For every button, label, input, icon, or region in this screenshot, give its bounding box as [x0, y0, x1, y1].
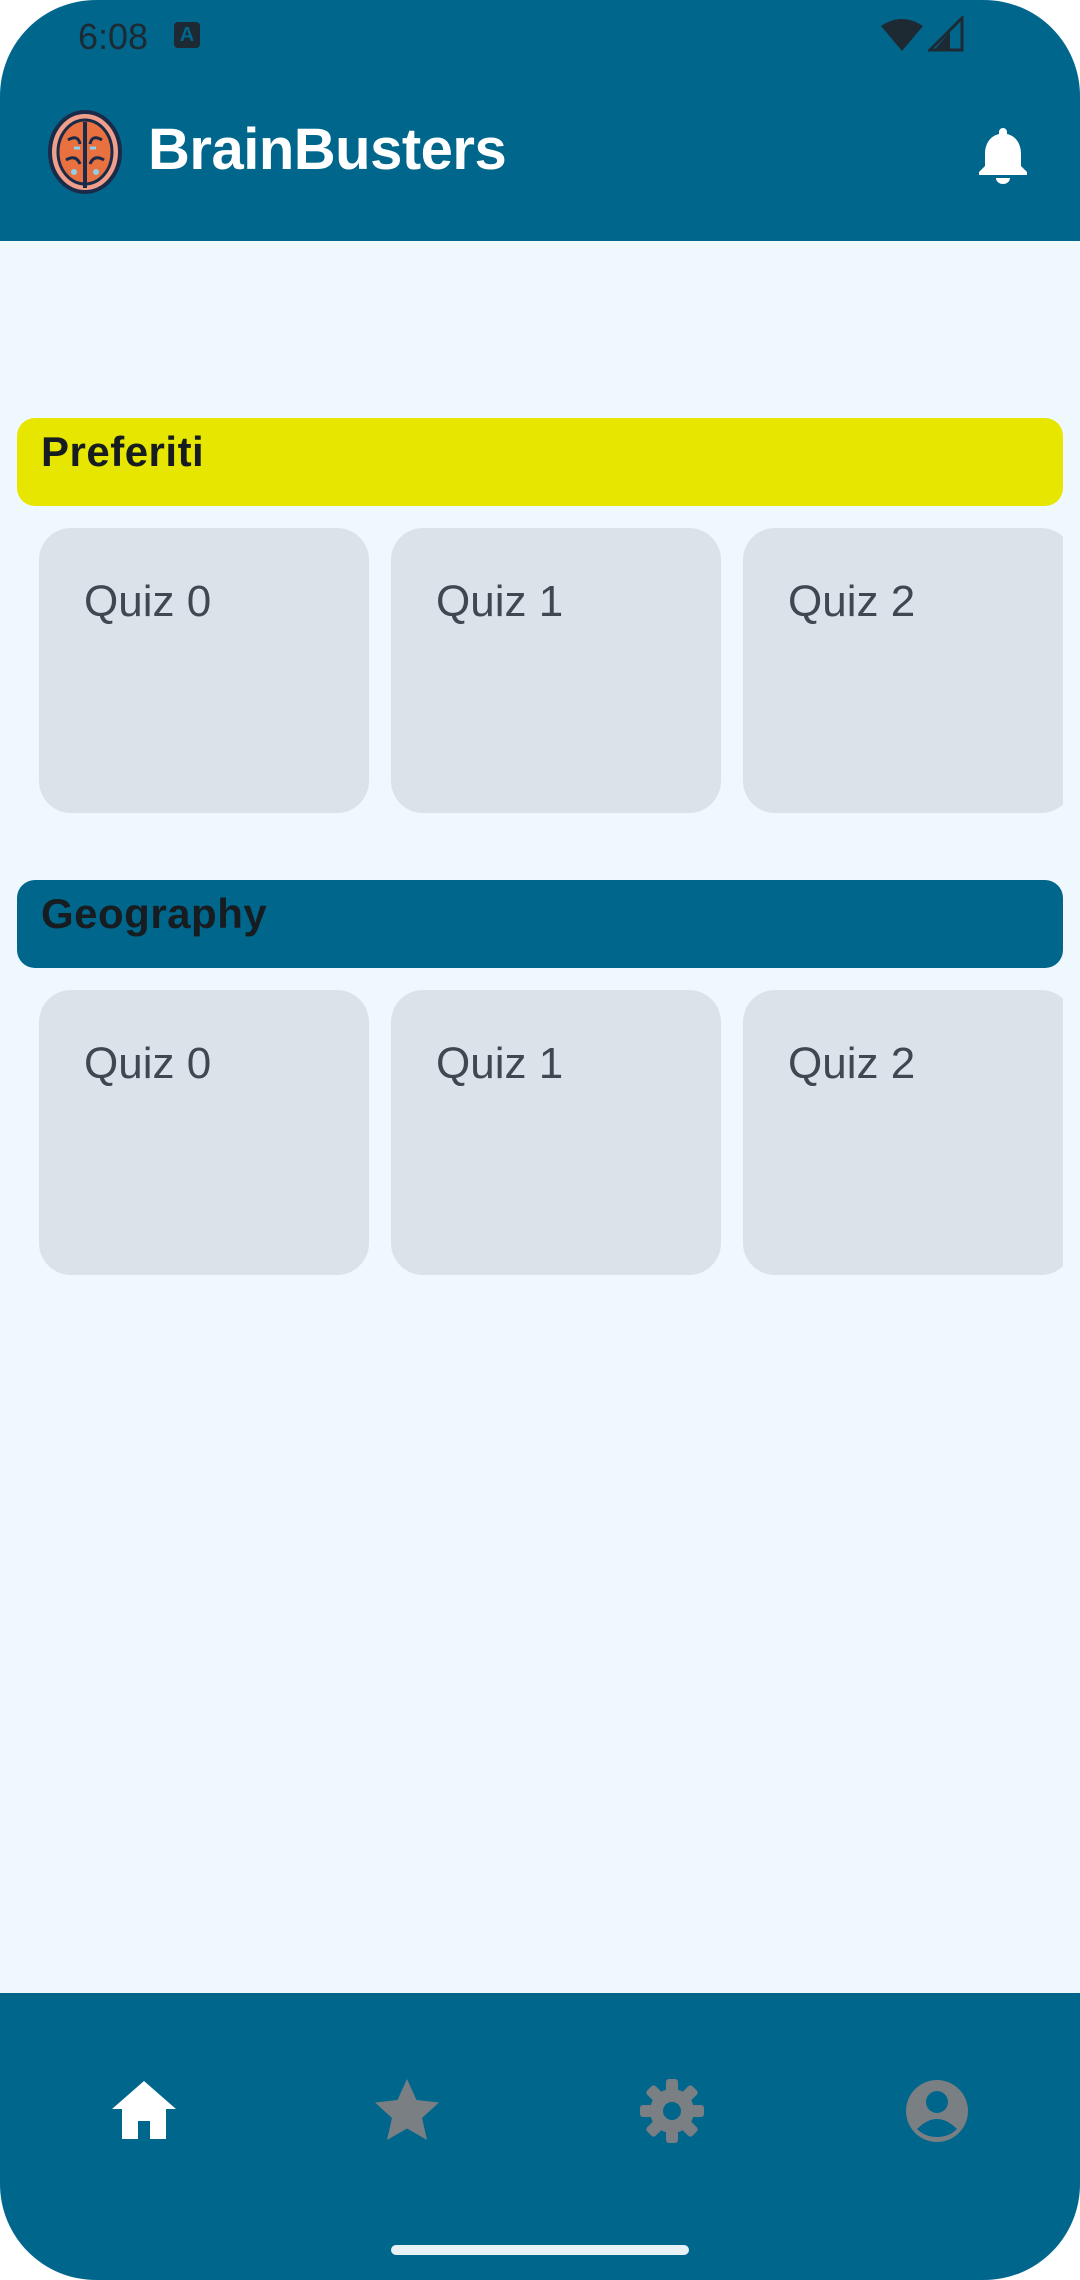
bell-icon[interactable]	[975, 124, 1031, 184]
quiz-card-label: Quiz 1	[436, 577, 564, 626]
app-screen: 6:08 A BrainBusters Preferiti Quiz 0 Qui…	[0, 0, 1080, 2280]
section-header-preferiti: Preferiti	[17, 418, 1063, 506]
account-circle-icon[interactable]	[897, 2071, 977, 2151]
bottom-navigation	[0, 1993, 1080, 2280]
brain-logo-icon	[48, 110, 122, 194]
gear-icon[interactable]	[632, 2071, 712, 2151]
app-title: BrainBusters	[148, 117, 507, 182]
quiz-card-label: Quiz 0	[84, 577, 212, 626]
quiz-card-label: Quiz 0	[84, 1039, 212, 1088]
wifi-icon	[881, 19, 923, 51]
quiz-card[interactable]: Quiz 1	[391, 528, 721, 813]
quiz-row-preferiti[interactable]: Quiz 0 Quiz 1 Quiz 2	[39, 528, 1063, 813]
gesture-bar[interactable]	[391, 2245, 689, 2255]
quiz-card[interactable]: Quiz 0	[39, 990, 369, 1275]
section-title: Preferiti	[41, 428, 205, 475]
quiz-card[interactable]: Quiz 2	[743, 528, 1063, 813]
quiz-card-label: Quiz 1	[436, 1039, 564, 1088]
quiz-row-geography[interactable]: Quiz 0 Quiz 1 Quiz 2	[39, 990, 1063, 1275]
signal-icon	[928, 16, 964, 52]
a-icon: A	[174, 22, 200, 48]
quiz-card[interactable]: Quiz 0	[39, 528, 369, 813]
section-header-geography: Geography	[17, 880, 1063, 968]
quiz-card-label: Quiz 2	[788, 1039, 916, 1088]
star-icon[interactable]	[367, 2071, 447, 2151]
status-time: 6:08	[78, 16, 149, 57]
quiz-card[interactable]: Quiz 2	[743, 990, 1063, 1275]
home-icon[interactable]	[104, 2071, 184, 2151]
top-app-bar: 6:08 A BrainBusters	[0, 0, 1080, 241]
quiz-card[interactable]: Quiz 1	[391, 990, 721, 1275]
quiz-card-label: Quiz 2	[788, 577, 916, 626]
section-title: Geography	[41, 890, 268, 937]
